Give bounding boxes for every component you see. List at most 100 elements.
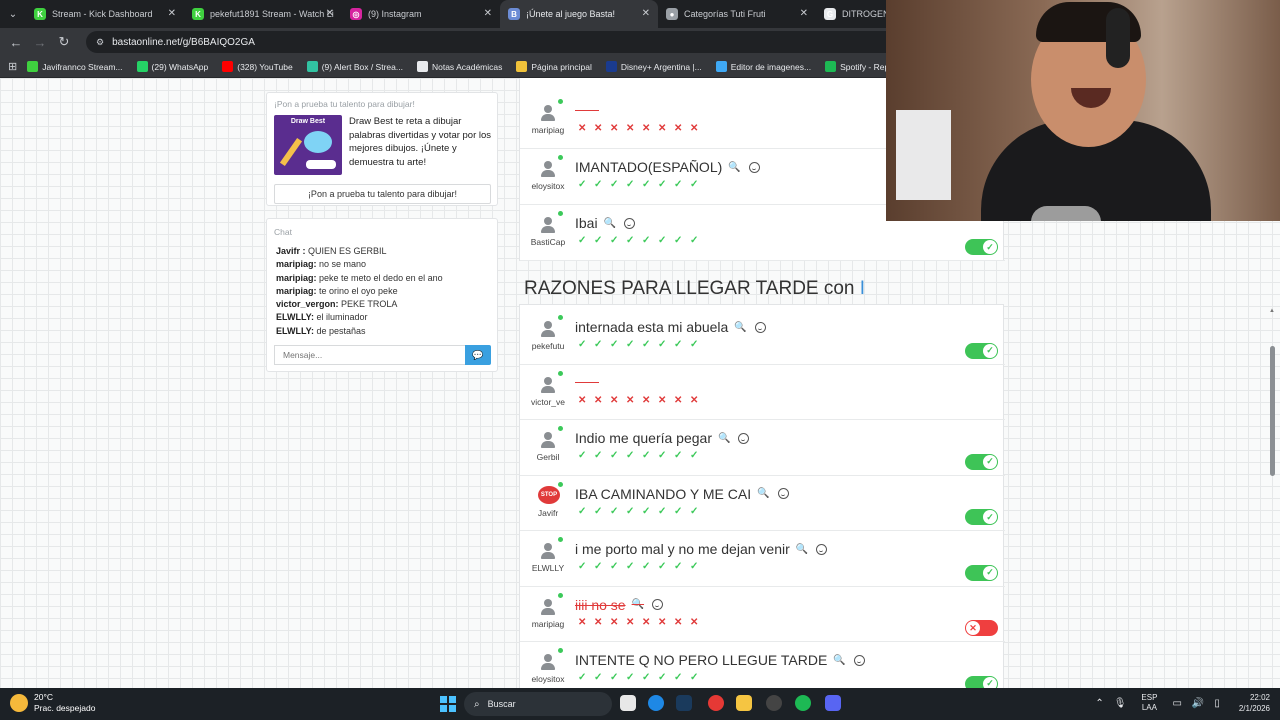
task-view-icon[interactable] bbox=[620, 695, 636, 711]
online-status-dot bbox=[558, 315, 563, 320]
reload-icon[interactable]: ↻ bbox=[52, 34, 76, 50]
network-icon[interactable]: ▭ bbox=[1172, 698, 1181, 709]
validity-toggle[interactable]: ✓ bbox=[965, 453, 998, 470]
start-icon[interactable] bbox=[440, 696, 456, 712]
search-icon[interactable]: 🔍 bbox=[734, 322, 746, 333]
check-icon: ✓ bbox=[642, 561, 651, 572]
browser-tab[interactable]: ◎ (9) Instagram ✕ bbox=[342, 0, 500, 28]
promo-button[interactable]: ¡Pon a prueba tu talento para dibujar! bbox=[274, 184, 491, 204]
react-emoji-icon[interactable] bbox=[853, 654, 865, 666]
answer-text: Indio me quería pegar bbox=[575, 430, 712, 446]
steam-icon[interactable] bbox=[676, 695, 692, 711]
cross-icon: ✕ bbox=[626, 123, 635, 134]
validity-toggle[interactable]: ✓ bbox=[965, 239, 998, 255]
answer-row: eloysitox INTENTE Q NO PERO LLEGUE TARDE 🔍… bbox=[520, 642, 1005, 688]
answer-text: IBA CAMINANDO Y ME CAI bbox=[575, 485, 752, 502]
check-icon: ✓ bbox=[610, 672, 619, 683]
vote-marks: ✕ ✕ ✕ ✕ ✕ ✕ ✕ ✕ bbox=[578, 395, 706, 407]
react-emoji-icon[interactable] bbox=[777, 488, 789, 499]
search-icon[interactable]: 🔍 bbox=[833, 655, 845, 666]
webcam-cup bbox=[1031, 206, 1101, 221]
spotify-icon[interactable] bbox=[795, 695, 811, 711]
answer-row: ELWLLY i me porto mal y no me dejan venir… bbox=[520, 531, 1005, 587]
draw-best-image[interactable]: Draw Best bbox=[274, 115, 342, 175]
close-tab-icon[interactable]: ✕ bbox=[326, 8, 334, 19]
chat-message-input[interactable] bbox=[274, 345, 466, 365]
page-scrollbar[interactable] bbox=[1270, 346, 1275, 476]
browser-tab[interactable]: B ¡Únete al juego Basta! ✕ bbox=[500, 0, 658, 28]
browser-tab[interactable]: ● Categorías Tuti Fruti ✕ bbox=[658, 0, 816, 28]
search-icon[interactable]: 🔍 bbox=[632, 599, 644, 610]
edge-icon[interactable] bbox=[648, 695, 664, 711]
bookmark-item[interactable]: Javifrannco Stream... bbox=[27, 61, 123, 72]
microphone-icon[interactable]: 🎙 bbox=[1114, 698, 1127, 709]
validity-toggle[interactable]: ✕ bbox=[965, 620, 998, 636]
validity-toggle[interactable]: ✓ bbox=[965, 509, 998, 525]
check-icon: ✓ bbox=[578, 235, 587, 246]
answer-row: pekefutu internada esta mi abuela 🔍 ✓ ✓ ✓ ✓ ✓ ✓ ✓… bbox=[520, 309, 1005, 365]
close-tab-icon[interactable]: ✕ bbox=[800, 8, 808, 19]
bookmark-item[interactable]: (9) Alert Box / Strea... bbox=[306, 61, 403, 72]
search-icon[interactable]: 🔍 bbox=[604, 218, 616, 229]
react-emoji-icon[interactable] bbox=[754, 321, 766, 333]
validity-toggle[interactable]: ✓ bbox=[965, 675, 998, 688]
url-field[interactable]: ⚙ bastaonline.net/g/B6BAIQO2GA bbox=[86, 31, 926, 53]
react-emoji-icon[interactable] bbox=[624, 217, 636, 229]
chat-send-button[interactable]: 💬 bbox=[465, 345, 491, 365]
close-tab-icon[interactable]: ✕ bbox=[484, 8, 492, 19]
battery-icon[interactable]: ▯ bbox=[1214, 698, 1220, 709]
react-emoji-icon[interactable] bbox=[738, 432, 750, 444]
scroll-up-icon[interactable]: ▲ bbox=[1269, 308, 1277, 314]
close-tab-icon[interactable]: ✕ bbox=[168, 8, 176, 19]
clock[interactable]: 22:02 2/1/2026 bbox=[1239, 692, 1270, 714]
chrome-icon[interactable] bbox=[708, 695, 724, 711]
online-status-dot bbox=[558, 426, 563, 431]
check-icon: ✓ bbox=[983, 454, 997, 469]
bookmark-item[interactable]: (328) YouTube bbox=[222, 61, 293, 72]
site-info-icon[interactable]: ⚙ bbox=[96, 37, 104, 48]
cross-icon: ✕ bbox=[626, 394, 635, 406]
forward-icon[interactable]: → bbox=[28, 35, 52, 50]
language-indicator[interactable]: ESP LAA bbox=[1141, 693, 1157, 713]
cross-icon: ✕ bbox=[674, 394, 683, 406]
chat-username: ELWLLY: bbox=[276, 325, 314, 336]
check-icon: ✓ bbox=[578, 505, 587, 517]
search-icon[interactable]: 🔍 bbox=[728, 162, 740, 173]
validity-toggle[interactable]: ✓ bbox=[965, 342, 998, 359]
check-icon: ✓ bbox=[610, 561, 619, 572]
check-icon: ✓ bbox=[674, 505, 683, 517]
back-icon[interactable]: ← bbox=[4, 35, 28, 50]
chat-text: peke te meto el dedo en el ano bbox=[316, 272, 443, 283]
browser-tab[interactable]: K Stream - Kick Dashboard ✕ bbox=[26, 0, 184, 28]
search-icon[interactable]: 🔍 bbox=[718, 433, 730, 444]
browser-tab[interactable]: Kpekefut1891 Stream - Watch Li ✕ bbox=[184, 0, 342, 28]
tab-list-icon[interactable]: ⌄ bbox=[0, 0, 26, 28]
close-tab-icon[interactable]: ✕ bbox=[642, 8, 650, 19]
bookmark-item[interactable]: Disney+ Argentina |... bbox=[605, 61, 702, 72]
user-avatar-icon bbox=[538, 103, 558, 123]
weather-widget[interactable]: 20°C Prac. despejado bbox=[10, 692, 95, 714]
answer-text-group: Indio me quería pegar 🔍 bbox=[575, 430, 750, 446]
lang-top: ESP bbox=[1141, 693, 1158, 702]
cross-icon: ✕ bbox=[690, 394, 699, 406]
chat-text: no se mano bbox=[316, 259, 367, 270]
bookmark-item[interactable]: Notas Académicas bbox=[416, 61, 502, 72]
react-emoji-icon[interactable] bbox=[748, 161, 760, 173]
chevron-up-icon[interactable]: ⌃ bbox=[1095, 698, 1103, 709]
search-icon[interactable]: 🔍 bbox=[757, 488, 769, 499]
react-emoji-icon[interactable] bbox=[652, 599, 664, 610]
obs-icon[interactable] bbox=[766, 695, 782, 711]
apps-grid-icon[interactable]: ⊞ bbox=[8, 60, 17, 73]
answer-text: Ibai bbox=[575, 215, 598, 231]
volume-icon[interactable]: 🔊 bbox=[1192, 698, 1204, 709]
bookmark-item[interactable]: Editor de imagenes... bbox=[715, 61, 811, 72]
react-emoji-icon[interactable] bbox=[816, 543, 828, 555]
discord-icon[interactable] bbox=[825, 695, 841, 711]
taskbar-search[interactable]: ⌕ Buscar bbox=[464, 692, 612, 716]
bookmark-item[interactable]: (29) WhatsApp bbox=[136, 61, 208, 72]
validity-toggle[interactable]: ✓ bbox=[965, 564, 998, 581]
online-status-dot bbox=[558, 211, 563, 216]
file-explorer-icon[interactable] bbox=[736, 695, 752, 711]
bookmark-item[interactable]: Página principal bbox=[516, 61, 592, 72]
search-icon[interactable]: 🔍 bbox=[796, 544, 808, 555]
